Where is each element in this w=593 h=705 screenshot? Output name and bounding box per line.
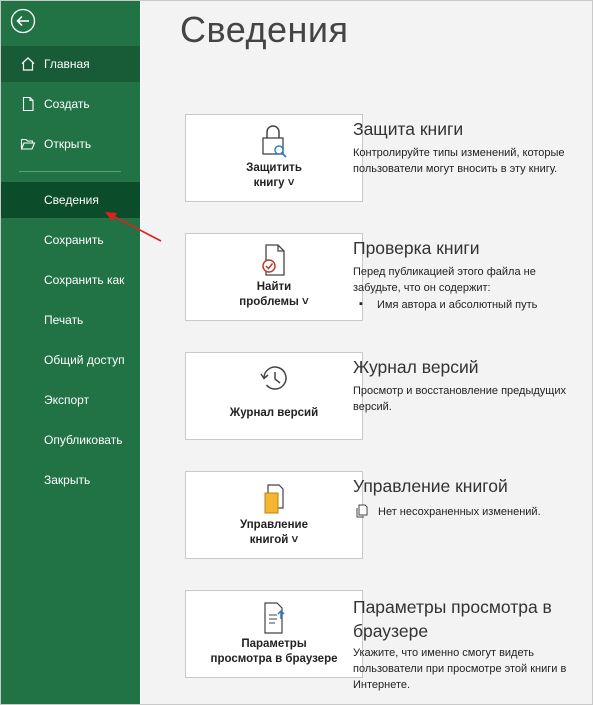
browser-title-line1: Параметры просмотра в bbox=[353, 597, 552, 617]
backstage-sidebar: Главная Создать Открыть Сведения Сохрани… bbox=[1, 1, 140, 704]
nav-save-as-label: Сохранить как bbox=[44, 273, 125, 287]
protect-card-line1: Защитить bbox=[246, 162, 302, 174]
browser-card-line2: просмотра в браузере bbox=[210, 653, 338, 665]
nav-export[interactable]: Экспорт bbox=[1, 382, 140, 418]
nav-info[interactable]: Сведения bbox=[1, 182, 140, 218]
inspect-card-line1: Найти bbox=[256, 281, 292, 293]
bullet-icon: ▪ bbox=[359, 298, 363, 310]
inspect-document-icon bbox=[186, 242, 362, 280]
lock-icon bbox=[186, 123, 362, 161]
protect-workbook-button[interactable]: Защитить книгу ˅ bbox=[185, 114, 363, 202]
nav-print-label: Печать bbox=[44, 313, 84, 327]
check-issues-button[interactable]: Найти проблемы ˅ bbox=[185, 233, 363, 321]
history-clock-icon bbox=[186, 361, 362, 399]
nav-home-label: Главная bbox=[44, 57, 90, 71]
protect-title: Защита книги bbox=[353, 119, 464, 139]
nav-close-label: Закрыть bbox=[44, 473, 91, 487]
nav-close[interactable]: Закрыть bbox=[1, 462, 140, 498]
inspect-card-line2: проблемы ˅ bbox=[239, 296, 309, 308]
back-arrow-icon bbox=[10, 8, 36, 34]
inspect-title: Проверка книги bbox=[353, 238, 480, 258]
nav-open[interactable]: Открыть bbox=[1, 126, 140, 162]
manage-title: Управление книгой bbox=[353, 476, 508, 496]
manage-status: Нет несохраненных изменений. bbox=[378, 506, 541, 518]
nav-open-label: Открыть bbox=[44, 137, 92, 151]
nav-save[interactable]: Сохранить bbox=[1, 222, 140, 258]
version-history-button[interactable]: Журнал версий bbox=[185, 352, 363, 440]
manage-card-line1: Управление bbox=[240, 519, 308, 531]
versions-title: Журнал версий bbox=[353, 357, 479, 377]
nav-info-label: Сведения bbox=[44, 193, 99, 207]
versions-card-label: Журнал версий bbox=[229, 407, 319, 419]
nav-create-label: Создать bbox=[44, 97, 90, 111]
nav-export-label: Экспорт bbox=[44, 393, 90, 407]
nav-save-label: Сохранить bbox=[44, 233, 104, 247]
browser-view-options-button[interactable]: Параметры просмотра в браузере bbox=[185, 590, 363, 678]
back-button[interactable] bbox=[10, 8, 36, 34]
nav-home[interactable]: Главная bbox=[1, 46, 140, 82]
protect-desc: Контролируйте типы изменений, которые по… bbox=[353, 147, 565, 175]
browser-title: Параметры просмотра в браузере bbox=[353, 595, 552, 643]
new-document-icon bbox=[20, 96, 36, 112]
manage-workbook-icon bbox=[186, 480, 362, 518]
browser-view-icon bbox=[186, 599, 362, 637]
manage-workbook-button[interactable]: Управление книгой ˅ bbox=[185, 471, 363, 559]
nav-publish[interactable]: Опубликовать bbox=[1, 422, 140, 458]
folder-open-icon bbox=[20, 136, 36, 152]
sidebar-divider bbox=[19, 171, 121, 172]
nav-publish-label: Опубликовать bbox=[44, 433, 123, 447]
nav-save-as[interactable]: Сохранить как bbox=[1, 262, 140, 298]
home-icon bbox=[20, 56, 36, 72]
browser-title-line2: браузере bbox=[353, 621, 429, 641]
backstage-window: Главная Создать Открыть Сведения Сохрани… bbox=[0, 0, 593, 705]
nav-create[interactable]: Создать bbox=[1, 86, 140, 122]
protect-card-line2: книгу ˅ bbox=[253, 177, 295, 189]
nav-share-label: Общий доступ bbox=[44, 353, 125, 367]
inspect-desc: Перед публикацией этого файла не забудьт… bbox=[353, 266, 536, 294]
manage-card-line2: книгой ˅ bbox=[249, 534, 299, 546]
nav-share[interactable]: Общий доступ bbox=[1, 342, 140, 378]
page-title: Сведения bbox=[180, 9, 349, 50]
browser-desc: Укажите, что именно смогут видеть пользо… bbox=[353, 647, 567, 691]
versions-desc: Просмотр и восстановление предыдущих вер… bbox=[353, 385, 566, 413]
browser-card-line1: Параметры bbox=[241, 638, 307, 650]
document-status-icon bbox=[355, 504, 369, 518]
nav-print[interactable]: Печать bbox=[1, 302, 140, 338]
inspect-bullet: Имя автора и абсолютный путь bbox=[377, 299, 538, 311]
